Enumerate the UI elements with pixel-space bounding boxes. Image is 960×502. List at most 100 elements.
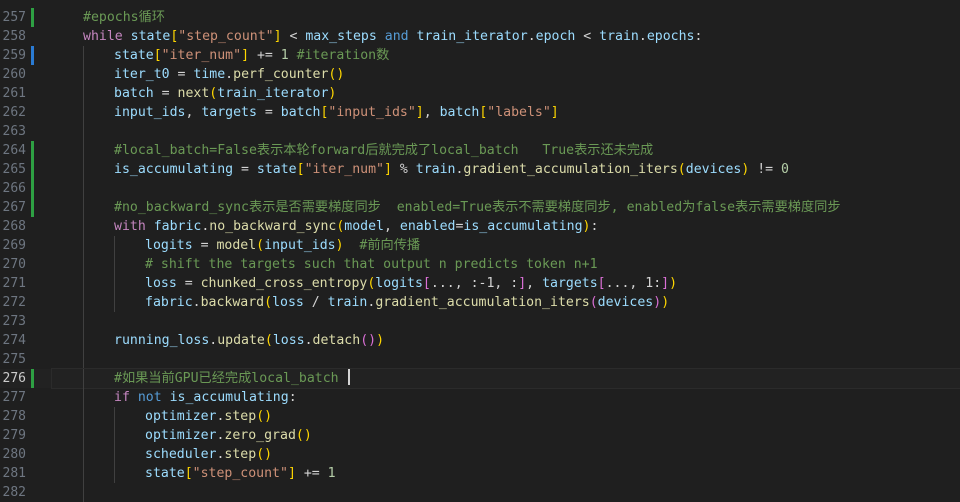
code-line[interactable]: 272 fabric.backward(loss / train.gradient…	[0, 293, 960, 312]
indent-guide	[83, 464, 84, 483]
indent-guide	[83, 179, 84, 198]
code-content-area[interactable]: state["iter_num"] += 1 #iteration数	[52, 46, 960, 65]
code-line[interactable]: 264 #local_batch=False表示本轮forward后就完成了loc…	[0, 141, 960, 160]
code-content-area[interactable]: #如果当前GPU已经完成local_batch	[51, 368, 960, 389]
git-change-marker[interactable]	[31, 198, 34, 217]
code-content-area[interactable]	[52, 122, 960, 141]
code-line[interactable]: 258 while state["step_count"] < max_steps…	[0, 27, 960, 46]
code-content-area[interactable]: #epochs循环	[52, 8, 960, 27]
code-line[interactable]: 257 #epochs循环	[0, 8, 960, 27]
code-line[interactable]: 263	[0, 122, 960, 141]
code-line[interactable]: 277 if not is_accumulating:	[0, 388, 960, 407]
code-line[interactable]: 271 loss = chunked_cross_entropy(logits[.…	[0, 274, 960, 293]
code-content-area[interactable]: # shift the targets such that output n p…	[52, 255, 960, 274]
code-line[interactable]: 276 #如果当前GPU已经完成local_batch	[0, 368, 960, 389]
code-content-area[interactable]: loss = chunked_cross_entropy(logits[...,…	[52, 274, 960, 293]
code-content-area[interactable]	[52, 483, 960, 502]
code-token: with	[114, 219, 146, 234]
code-token: (	[264, 295, 273, 310]
code-token: =	[153, 86, 178, 101]
code-line[interactable]: 268 with fabric.no_backward_sync(model, e…	[0, 217, 960, 236]
code-token: [	[296, 162, 305, 177]
code-token: epochs	[646, 29, 695, 44]
code-content-area[interactable]: with fabric.no_backward_sync(model, enab…	[52, 217, 960, 236]
code-token: is_accumulating	[114, 162, 234, 177]
indent-guide	[83, 331, 84, 350]
code-content-area[interactable]: scheduler.step()	[52, 445, 960, 464]
git-change-marker[interactable]	[31, 46, 34, 65]
line-number: 265	[2, 162, 26, 177]
code-line[interactable]: 267 #no_backward_sync表示是否需要梯度同步 enabled=T…	[0, 198, 960, 217]
code-editor[interactable]: 257 #epochs循环 258 while state["step_count"]…	[0, 0, 960, 502]
code-content-area[interactable]: logits = model(input_ids) #前向传播	[52, 236, 960, 255]
indent-guide	[83, 293, 84, 312]
code-token: ]	[241, 48, 250, 63]
code-token: 1	[327, 466, 336, 481]
code-line[interactable]: 266	[0, 179, 960, 198]
code-line[interactable]: 269 logits = model(input_ids) #前向传播	[0, 236, 960, 255]
code-content-area[interactable]: optimizer.zero_grad()	[52, 426, 960, 445]
code-token: state	[122, 29, 171, 44]
code-line[interactable]: 280 scheduler.step()	[0, 445, 960, 464]
git-change-marker[interactable]	[31, 160, 34, 179]
line-number: 259	[2, 48, 26, 63]
code-token: ,	[526, 276, 543, 291]
indent-guide	[83, 122, 84, 141]
indent-guide	[114, 236, 115, 255]
code-content-area[interactable]: while state["step_count"] < max_steps an…	[52, 27, 960, 46]
code-line[interactable]: 281 state["step_count"] += 1	[0, 464, 960, 483]
indent-guide	[114, 293, 115, 312]
git-change-marker[interactable]	[31, 141, 34, 160]
code-token: targets	[201, 105, 257, 120]
code-token: gradient_accumulation_iters	[463, 162, 678, 177]
code-line[interactable]: 274 running_loss.update(loss.detach())	[0, 331, 960, 350]
line-number: 271	[2, 276, 26, 291]
code-line[interactable]: 265 is_accumulating = state["iter_num"] %…	[0, 160, 960, 179]
code-line[interactable]: 261 batch = next(train_iterator)	[0, 84, 960, 103]
code-line[interactable]: 273	[0, 312, 960, 331]
line-number: 261	[2, 86, 26, 101]
code-line[interactable]: 260 iter_t0 = time.perf_counter()	[0, 65, 960, 84]
code-token: )	[653, 295, 662, 310]
code-token: chunked_cross_entropy	[200, 276, 368, 291]
code-line[interactable]: 279 optimizer.zero_grad()	[0, 426, 960, 445]
code-line[interactable]: 262 input_ids, targets = batch["input_ids…	[0, 103, 960, 122]
indent-guide	[83, 369, 84, 388]
code-content-area[interactable]: fabric.backward(loss / train.gradient_ac…	[52, 293, 960, 312]
code-text: logits = model(input_ids) #前向传播	[145, 236, 420, 255]
indent-guide	[83, 84, 84, 103]
code-content-area[interactable]: input_ids, targets = batch["input_ids"],…	[52, 103, 960, 122]
code-token: [	[153, 48, 162, 63]
code-token: devices	[597, 295, 654, 310]
code-token: enabled	[399, 219, 456, 234]
code-line[interactable]: 259 state["iter_num"] += 1 #iteration数	[0, 46, 960, 65]
code-token: ()	[256, 447, 273, 462]
code-content-area[interactable]	[52, 179, 960, 198]
code-content-area[interactable]: is_accumulating = state["iter_num"] % tr…	[52, 160, 960, 179]
git-change-marker[interactable]	[31, 179, 34, 198]
code-line[interactable]: 270 # shift the targets such that output …	[0, 255, 960, 274]
code-content-area[interactable]: running_loss.update(loss.detach())	[52, 331, 960, 350]
git-change-marker[interactable]	[31, 369, 34, 388]
code-content-area[interactable]: optimizer.step()	[52, 407, 960, 426]
code-content-area[interactable]: #no_backward_sync表示是否需要梯度同步 enabled=True…	[52, 198, 960, 217]
code-token: "iter_num"	[304, 162, 384, 177]
code-token: =	[233, 162, 257, 177]
code-content-area[interactable]: if not is_accumulating:	[52, 388, 960, 407]
code-content-area[interactable]: state["step_count"] += 1	[52, 464, 960, 483]
code-content-area[interactable]: #local_batch=False表示本轮forward后就完成了local_…	[52, 141, 960, 160]
code-token: #no_backward_sync表示是否需要梯度同步 enabled=True…	[114, 200, 841, 215]
code-line[interactable]: 275	[0, 350, 960, 369]
code-token: targets	[542, 276, 598, 291]
code-token: state	[256, 162, 297, 177]
line-number: 258	[2, 29, 26, 44]
code-line[interactable]: 282	[0, 483, 960, 502]
code-line[interactable]: 278 optimizer.step()	[0, 407, 960, 426]
code-content-area[interactable]	[52, 312, 960, 331]
code-token: ,	[384, 219, 400, 234]
code-content-area[interactable]	[52, 350, 960, 369]
code-token: fabric	[145, 219, 202, 234]
code-content-area[interactable]: iter_t0 = time.perf_counter()	[52, 65, 960, 84]
git-change-marker[interactable]	[31, 8, 34, 27]
code-content-area[interactable]: batch = next(train_iterator)	[52, 84, 960, 103]
